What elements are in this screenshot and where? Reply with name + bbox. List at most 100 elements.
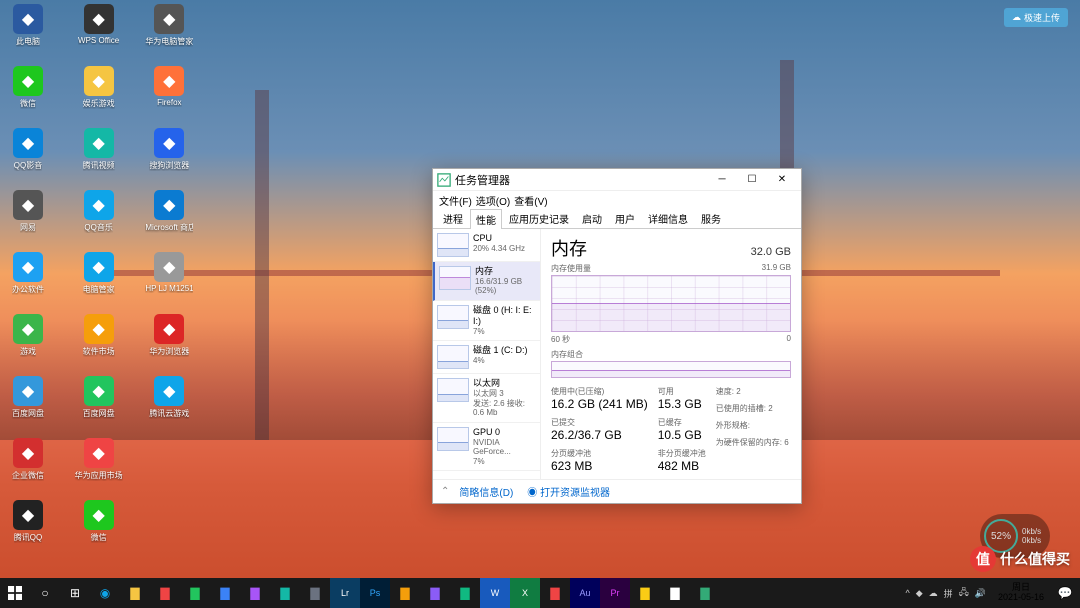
- start-button[interactable]: [0, 578, 30, 608]
- maximize-button[interactable]: ☐: [737, 170, 767, 190]
- chevron-up-icon[interactable]: ⌃: [441, 486, 449, 497]
- desktop-icon[interactable]: ◆娱乐游戏: [75, 66, 123, 122]
- ps-icon[interactable]: Ps: [360, 578, 390, 608]
- task-manager-taskbar-icon[interactable]: ▇: [690, 578, 720, 608]
- desktop-icon[interactable]: ◆华为应用市场: [75, 438, 123, 494]
- desktop-icon[interactable]: ◆Firefox: [145, 66, 193, 122]
- excel-icon[interactable]: X: [510, 578, 540, 608]
- app-icon: ◆: [13, 66, 43, 96]
- search-button[interactable]: ○: [30, 578, 60, 608]
- desktop-icon[interactable]: ◆WPS Office: [75, 4, 123, 60]
- perf-sidebar: CPU20% 4.34 GHz内存16.6/31.9 GB (52%)磁盘 0 …: [433, 229, 541, 479]
- menu-options[interactable]: 选项(O): [476, 193, 510, 208]
- app8-icon[interactable]: ▇: [420, 578, 450, 608]
- desktop-icon[interactable]: ◆微信: [75, 500, 123, 556]
- tray-app-icon[interactable]: ◆: [916, 588, 923, 599]
- minimize-button[interactable]: ─: [707, 170, 737, 190]
- taskbar-clock[interactable]: 周日 2021-05-16: [992, 583, 1050, 603]
- desktop-icon[interactable]: ◆百度网盘: [75, 376, 123, 432]
- tray-chevron-icon[interactable]: ^: [906, 588, 910, 598]
- fewer-details-link[interactable]: 简略信息(D): [459, 484, 513, 499]
- taskbar: ○ ⊞ ◉ ▇ ▇ ▇ ▇ ▇ ▇ ▇ Lr Ps ▇ ▇ ▇ W X ▇ Au…: [0, 578, 1080, 608]
- perf-item-4[interactable]: 以太网以太网 3发送: 2.6 接收: 0.6 Mb: [433, 374, 540, 423]
- app11-icon[interactable]: ▇: [630, 578, 660, 608]
- tab-3[interactable]: 启动: [576, 208, 608, 228]
- app7-icon[interactable]: ▇: [390, 578, 420, 608]
- upload-pill[interactable]: ☁ 极速上传: [1004, 8, 1068, 27]
- lr-icon[interactable]: Lr: [330, 578, 360, 608]
- tab-0[interactable]: 进程: [437, 208, 469, 228]
- app12-icon[interactable]: ▇: [660, 578, 690, 608]
- desktop-icon[interactable]: ◆办公软件: [4, 252, 52, 308]
- app3-icon[interactable]: ▇: [210, 578, 240, 608]
- icon-label: Firefox: [157, 98, 181, 107]
- tab-4[interactable]: 用户: [609, 208, 641, 228]
- app5-icon[interactable]: ▇: [270, 578, 300, 608]
- desktop-icon[interactable]: ◆Microsoft 商店: [145, 190, 193, 246]
- tab-5[interactable]: 详细信息: [642, 208, 694, 228]
- perf-item-1[interactable]: 内存16.6/31.9 GB (52%): [433, 262, 540, 301]
- app10-icon[interactable]: ▇: [540, 578, 570, 608]
- desktop-icon[interactable]: ◆百度网盘: [4, 376, 52, 432]
- perf-name: 内存: [475, 266, 536, 277]
- desktop-icon[interactable]: ◆搜狗浏览器: [145, 128, 193, 184]
- perf-heading: 内存: [551, 235, 587, 261]
- desktop-icon[interactable]: ◆QQ影音: [4, 128, 52, 184]
- tray-volume-icon[interactable]: 🔊: [975, 588, 986, 599]
- perf-item-0[interactable]: CPU20% 4.34 GHz: [433, 229, 540, 262]
- taskview-button[interactable]: ⊞: [60, 578, 90, 608]
- stat-committed-label: 已提交: [551, 417, 648, 428]
- tray-ime-icon[interactable]: 拼: [944, 587, 953, 600]
- tab-2[interactable]: 应用历史记录: [503, 208, 575, 228]
- window-footer: ⌃ 简略信息(D) ◉ 打开资源监视器: [433, 479, 801, 503]
- resource-monitor-link[interactable]: 打开资源监视器: [540, 488, 610, 499]
- desktop-icon[interactable]: ◆QQ音乐: [75, 190, 123, 246]
- edge-icon[interactable]: ◉: [90, 578, 120, 608]
- watermark: 值 什么值得买: [970, 546, 1070, 572]
- desktop-icon[interactable]: ◆腾讯视频: [75, 128, 123, 184]
- desktop-icon[interactable]: ◆华为浏览器: [145, 314, 193, 370]
- app9-icon[interactable]: ▇: [450, 578, 480, 608]
- desktop-icon[interactable]: ◆腾讯QQ: [4, 500, 52, 556]
- menu-view[interactable]: 查看(V): [514, 193, 547, 208]
- desktop-icon[interactable]: ◆微信: [4, 66, 52, 122]
- desktop-icon[interactable]: ◆软件市场: [75, 314, 123, 370]
- icon-label: 电脑管家: [83, 284, 115, 295]
- desktop-icon[interactable]: ◆电脑管家: [75, 252, 123, 308]
- app1-icon[interactable]: ▇: [150, 578, 180, 608]
- desktop-icon[interactable]: ◆HP LJ M1251...: [145, 252, 193, 308]
- explorer-icon[interactable]: ▇: [120, 578, 150, 608]
- pr-icon[interactable]: Pr: [600, 578, 630, 608]
- perf-total: 32.0 GB: [751, 246, 791, 258]
- notifications-icon[interactable]: 💬: [1050, 578, 1080, 608]
- stat-nonpaged: 482 MB: [658, 459, 706, 473]
- perf-item-5[interactable]: GPU 0NVIDIA GeForce...7%: [433, 423, 540, 472]
- tab-1[interactable]: 性能: [470, 209, 502, 229]
- app4-icon[interactable]: ▇: [240, 578, 270, 608]
- perf-item-3[interactable]: 磁盘 1 (C: D:)4%: [433, 341, 540, 374]
- mini-chart: [437, 305, 469, 329]
- app-icon: ◆: [84, 4, 114, 34]
- menu-file[interactable]: 文件(F): [439, 193, 472, 208]
- au-icon[interactable]: Au: [570, 578, 600, 608]
- desktop-icon[interactable]: ◆此电脑: [4, 4, 52, 60]
- tray-cloud-icon[interactable]: ☁: [929, 588, 938, 599]
- app6-icon[interactable]: ▇: [300, 578, 330, 608]
- desktop-icon[interactable]: ◆企业微信: [4, 438, 52, 494]
- mini-chart: [437, 345, 469, 369]
- system-tray[interactable]: ^ ◆ ☁ 拼 🖧 🔊: [900, 585, 992, 601]
- desktop-icon[interactable]: ◆腾讯云游戏: [145, 376, 193, 432]
- desktop-icon[interactable]: ◆华为电脑管家: [145, 4, 193, 60]
- titlebar[interactable]: 任务管理器 ─ ☐ ✕: [433, 169, 801, 191]
- desktop-icon[interactable]: ◆网易: [4, 190, 52, 246]
- tab-6[interactable]: 服务: [695, 208, 727, 228]
- word-icon[interactable]: W: [480, 578, 510, 608]
- app2-icon[interactable]: ▇: [180, 578, 210, 608]
- tray-network-icon[interactable]: 🖧: [959, 585, 969, 601]
- perf-item-2[interactable]: 磁盘 0 (H: I: E: I:)7%: [433, 301, 540, 341]
- widget-extra: 0kb/s0kb/s: [1022, 527, 1041, 545]
- memory-chart: [551, 275, 791, 332]
- close-button[interactable]: ✕: [767, 170, 797, 190]
- stat-cached: 10.5 GB: [658, 428, 706, 442]
- desktop-icon[interactable]: ◆游戏: [4, 314, 52, 370]
